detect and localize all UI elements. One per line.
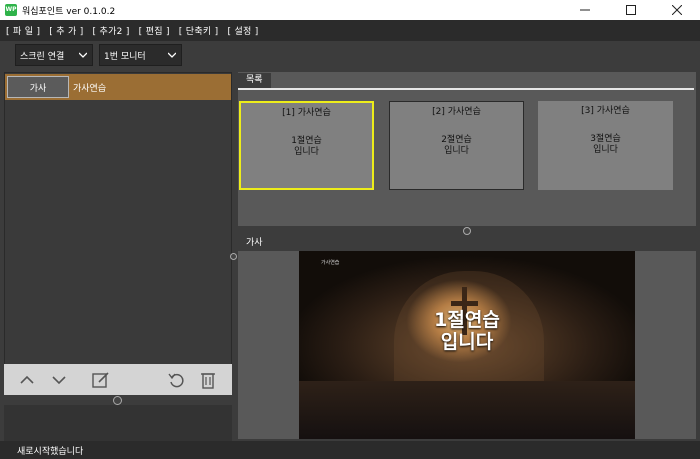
slide-line-1: 2절연습 xyxy=(441,135,472,145)
slide-card-3[interactable]: [3] 가사연습 3절연습 입니다 xyxy=(538,101,673,190)
preview-song-title: 가사연습 xyxy=(321,260,340,266)
monitor-select[interactable]: 1번 모니터 xyxy=(99,44,182,66)
tab-lyrics[interactable]: 가사 xyxy=(238,236,271,251)
window-title: 워십포인트 ver 0.1.0.2 xyxy=(22,7,116,17)
caret-down-icon xyxy=(79,52,87,58)
horizontal-splitter-handle[interactable] xyxy=(113,396,122,405)
preview-line-1: 1절연습 xyxy=(434,309,500,331)
slide-heading: [3] 가사연습 xyxy=(581,106,630,116)
edit-button[interactable] xyxy=(90,369,112,391)
undo-button[interactable] xyxy=(166,369,188,391)
status-bar: 새로시작했습니다 xyxy=(0,441,700,459)
edit-icon xyxy=(92,372,109,388)
maximize-icon xyxy=(626,5,636,15)
down-arrow-icon xyxy=(52,376,66,385)
close-button[interactable] xyxy=(654,0,700,20)
song-list-panel: 가사 가사연습 xyxy=(4,72,232,366)
move-down-button[interactable] xyxy=(48,369,70,391)
slide-line-1: 1절연습 xyxy=(291,136,322,146)
menu-file[interactable]: [ 파 일 ] xyxy=(6,24,40,37)
slide-card-1[interactable]: [1] 가사연습 1절연습 입니다 xyxy=(239,101,374,190)
menu-settings[interactable]: [ 설정 ] xyxy=(227,24,258,37)
preview-ground xyxy=(299,381,635,439)
menu-edit[interactable]: [ 편집 ] xyxy=(139,24,170,37)
tab-list[interactable]: 목록 xyxy=(238,73,271,88)
slide-line-1: 3절연습 xyxy=(590,134,621,144)
minimize-button[interactable] xyxy=(562,0,608,20)
song-tag[interactable]: 가사 xyxy=(7,76,69,98)
screen-connect-select[interactable]: 스크린 연결 xyxy=(15,44,93,66)
move-up-button[interactable] xyxy=(16,369,38,391)
list-item[interactable]: 가사 가사연습 xyxy=(5,74,231,100)
slide-line-2: 입니다 xyxy=(593,145,618,155)
vertical-splitter-handle[interactable] xyxy=(230,253,237,260)
menu-add[interactable]: [ 추 가 ] xyxy=(49,24,83,37)
lyrics-preview-screen: 가사연습 1절연습 입니다 xyxy=(299,251,635,439)
undo-icon xyxy=(168,373,184,388)
top-toolbar: 스크린 연결 1번 모니터 xyxy=(0,41,700,69)
caret-down-icon xyxy=(168,52,176,58)
slide-line-2: 입니다 xyxy=(294,147,319,157)
menu-add2[interactable]: [ 추가2 ] xyxy=(93,24,130,37)
screen-connect-value: 스크린 연결 xyxy=(20,51,65,62)
list-toolbar xyxy=(4,364,232,395)
slide-heading: [1] 가사연습 xyxy=(282,108,331,118)
slide-line-2: 입니다 xyxy=(444,146,469,156)
app-logo-icon: WP xyxy=(5,4,17,16)
maximize-button[interactable] xyxy=(608,0,654,20)
close-icon xyxy=(672,5,682,15)
status-text: 새로시작했습니다 xyxy=(17,447,84,457)
slide-heading: [2] 가사연습 xyxy=(432,107,481,117)
right-splitter-handle[interactable] xyxy=(463,227,471,235)
slide-card-2[interactable]: [2] 가사연습 2절연습 입니다 xyxy=(389,101,524,190)
minimize-icon xyxy=(580,9,590,11)
menu-bar: [ 파 일 ] [ 추 가 ] [ 추가2 ] [ 편집 ] [ 단축키 ] [… xyxy=(0,20,700,41)
tab-underline xyxy=(238,88,694,90)
menu-shortcuts[interactable]: [ 단축키 ] xyxy=(179,24,219,37)
cross-shape xyxy=(451,301,478,306)
delete-button[interactable] xyxy=(197,369,219,391)
left-bottom-panel xyxy=(4,405,232,441)
preview-line-2: 입니다 xyxy=(440,331,494,353)
title-bar: WP 워십포인트 ver 0.1.0.2 xyxy=(0,0,700,20)
trash-icon xyxy=(201,373,215,389)
up-arrow-icon xyxy=(20,375,34,384)
song-title: 가사연습 xyxy=(73,84,107,94)
monitor-value: 1번 모니터 xyxy=(104,51,146,62)
